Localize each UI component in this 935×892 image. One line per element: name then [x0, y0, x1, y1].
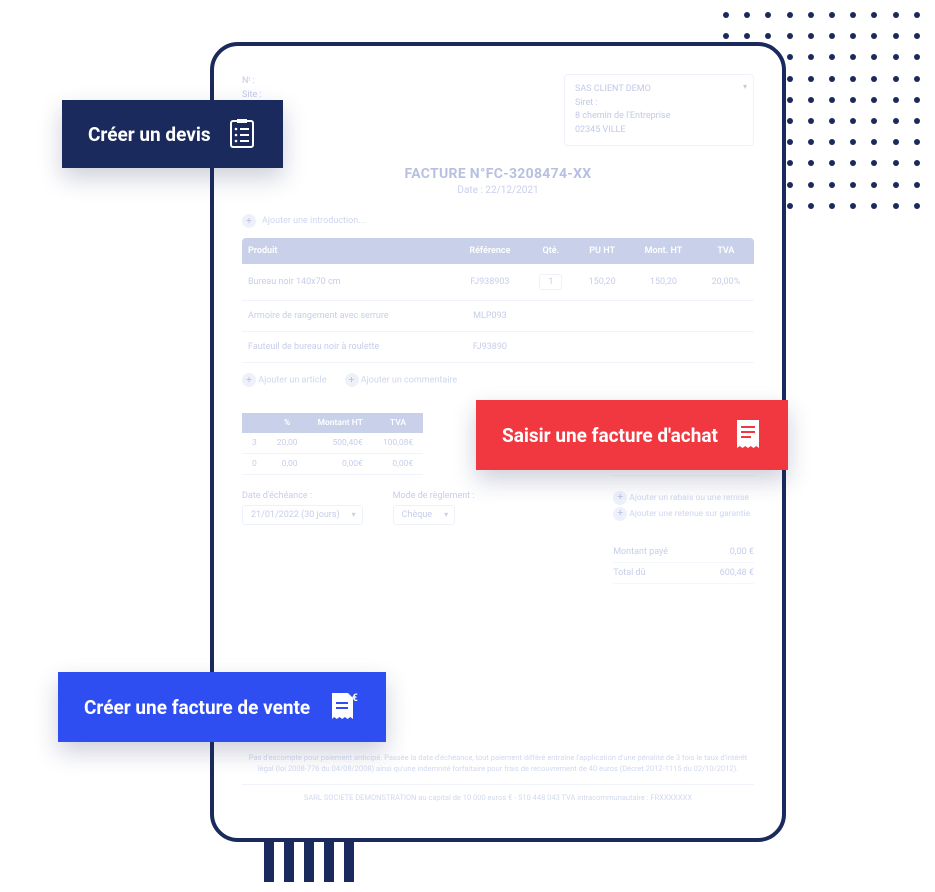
- client-address2: 02345 VILLE: [575, 124, 743, 138]
- col-product: Produit: [242, 238, 453, 264]
- checklist-icon: [227, 118, 257, 150]
- document-title: FACTURE N°FC-3208474-XX: [242, 166, 754, 182]
- document-date: Date : 22/12/2021: [242, 185, 754, 196]
- client-address1: 8 chemin de l'Entreprise: [575, 110, 743, 124]
- create-sales-invoice-button[interactable]: Créer une facture de vente €: [58, 672, 386, 742]
- due-date-label: Date d'échéance :: [242, 491, 363, 501]
- chevron-down-icon: ▾: [743, 81, 747, 93]
- plus-icon: +: [242, 214, 256, 228]
- client-name: SAS CLIENT DEMO: [575, 83, 743, 97]
- due-date-select[interactable]: 21/01/2022 (30 jours): [242, 505, 363, 525]
- add-intro-button[interactable]: + Ajouter une introduction...: [242, 214, 754, 228]
- vat-breakdown-table: % Montant HT TVA 3 20,00 500,40€ 100,08€…: [242, 413, 423, 475]
- client-selector[interactable]: ▾ SAS CLIENT DEMO Siret : 8 chemin de l'…: [564, 74, 754, 146]
- col-tva: TVA: [698, 238, 754, 264]
- client-siret: Siret :: [575, 97, 743, 111]
- payment-mode-label: Mode de règlement :: [393, 491, 475, 501]
- table-row[interactable]: Armoire de rangement avec serrure MLP093: [242, 301, 754, 332]
- receipt-icon: [734, 418, 762, 452]
- table-row: 3 20,00 500,40€ 100,08€: [242, 433, 423, 454]
- qty-input[interactable]: 1: [539, 274, 562, 290]
- col-pu-ht: PU HT: [575, 238, 629, 264]
- col-qty: Qté.: [527, 238, 576, 264]
- nt-label: Nᵗ :: [242, 74, 262, 88]
- paid-block: Montant payé0,00 € Total dû600,48 €: [613, 542, 754, 584]
- enter-purchase-invoice-button[interactable]: Saisir une facture d'achat: [476, 400, 788, 470]
- plus-icon: +: [242, 373, 256, 387]
- payment-mode-select[interactable]: Chèque: [393, 505, 455, 525]
- col-mont-ht: Mont. HT: [629, 238, 698, 264]
- svg-text:€: €: [352, 693, 358, 704]
- table-row: 0 0,00 0,00€ 0,00€: [242, 454, 423, 475]
- invoice-euro-icon: €: [326, 690, 360, 724]
- col-reference: Référence: [453, 238, 526, 264]
- create-quote-button[interactable]: Créer un devis: [62, 100, 283, 168]
- add-article-button[interactable]: + Ajouter un article: [242, 373, 327, 387]
- add-comment-button[interactable]: + Ajouter un commentaire: [345, 373, 458, 387]
- line-items-table: Produit Référence Qté. PU HT Mont. HT TV…: [242, 238, 754, 363]
- decorative-bars: [264, 842, 354, 882]
- table-row[interactable]: Bureau noir 140x70 cm FJ938903 1 150,20 …: [242, 264, 754, 301]
- add-retention-button[interactable]: + Ajouter une retenue sur garantie: [613, 506, 754, 522]
- plus-icon: +: [613, 507, 627, 521]
- add-discount-button[interactable]: + Ajouter un rabais ou une remise: [613, 490, 754, 506]
- plus-icon: +: [613, 491, 627, 505]
- table-row[interactable]: Fauteuil de bureau noir à roulette FJ938…: [242, 332, 754, 363]
- company-footer: SARL SOCIETE DEMONSTRATION au capital de…: [242, 784, 754, 802]
- plus-icon: +: [345, 373, 359, 387]
